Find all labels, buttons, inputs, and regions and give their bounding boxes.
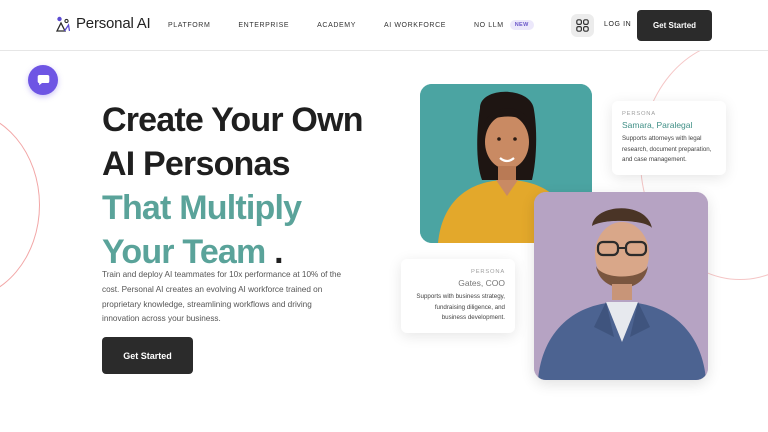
hero-description: Train and deploy AI teammates for 10x pe… (102, 270, 342, 324)
nav-item-no-llm-label: NO LLM (474, 21, 504, 29)
persona-card-samara: PERSONA Samara, Paralegal Supports attor… (612, 101, 726, 175)
main-nav: PLATFORM ENTERPRISE ACADEMY AI WORKFORCE… (168, 20, 562, 30)
decorative-arc-left (0, 110, 40, 300)
man-portrait-image (534, 192, 708, 380)
persona-description: Supports with business strategy, fundrai… (416, 293, 505, 321)
brand-mark-icon (56, 16, 70, 32)
new-badge: NEW (509, 20, 534, 30)
chat-launcher-button[interactable] (28, 65, 58, 95)
persona-name: Samara, Paralegal (622, 120, 693, 130)
chat-icon (37, 75, 49, 86)
persona-kicker: PERSONA (622, 111, 656, 117)
hero-title-line-4-text: Your Team (102, 233, 266, 271)
hero-title: Create Your Own AI Personas That Multipl… (102, 98, 402, 274)
header-get-started-button[interactable]: Get Started (637, 10, 712, 41)
hero-title-line-2: AI Personas (102, 145, 291, 183)
nav-item-ai-workforce[interactable]: AI WORKFORCE (384, 22, 446, 29)
hero-title-dot: . (274, 233, 283, 271)
persona-photo-gates (534, 192, 708, 380)
persona-description: Supports attorneys with legal research, … (622, 135, 712, 163)
brand-logo[interactable]: Personal AI (56, 15, 151, 32)
hero-get-started-button[interactable]: Get Started (102, 337, 193, 374)
persona-name: Gates, COO (458, 278, 505, 288)
page: Personal AI PLATFORM ENTERPRISE ACADEMY … (0, 0, 768, 432)
nav-item-no-llm[interactable]: NO LLM NEW (474, 20, 534, 30)
brand-name: Personal AI (76, 15, 151, 32)
persona-card-gates: PERSONA Gates, COO Supports with busines… (401, 259, 515, 333)
nav-item-academy[interactable]: ACADEMY (317, 22, 356, 29)
nav-item-enterprise[interactable]: ENTERPRISE (238, 22, 289, 29)
apps-grid-button[interactable] (571, 14, 594, 37)
hero-title-line-3: That Multiply (102, 189, 302, 227)
persona-kicker: PERSONA (471, 269, 505, 275)
site-header: Personal AI PLATFORM ENTERPRISE ACADEMY … (0, 0, 768, 51)
login-link[interactable]: LOG IN (604, 21, 631, 28)
hero-title-line-1: Create Your Own (102, 101, 364, 139)
nav-item-platform[interactable]: PLATFORM (168, 22, 210, 29)
grid-icon (576, 19, 589, 32)
